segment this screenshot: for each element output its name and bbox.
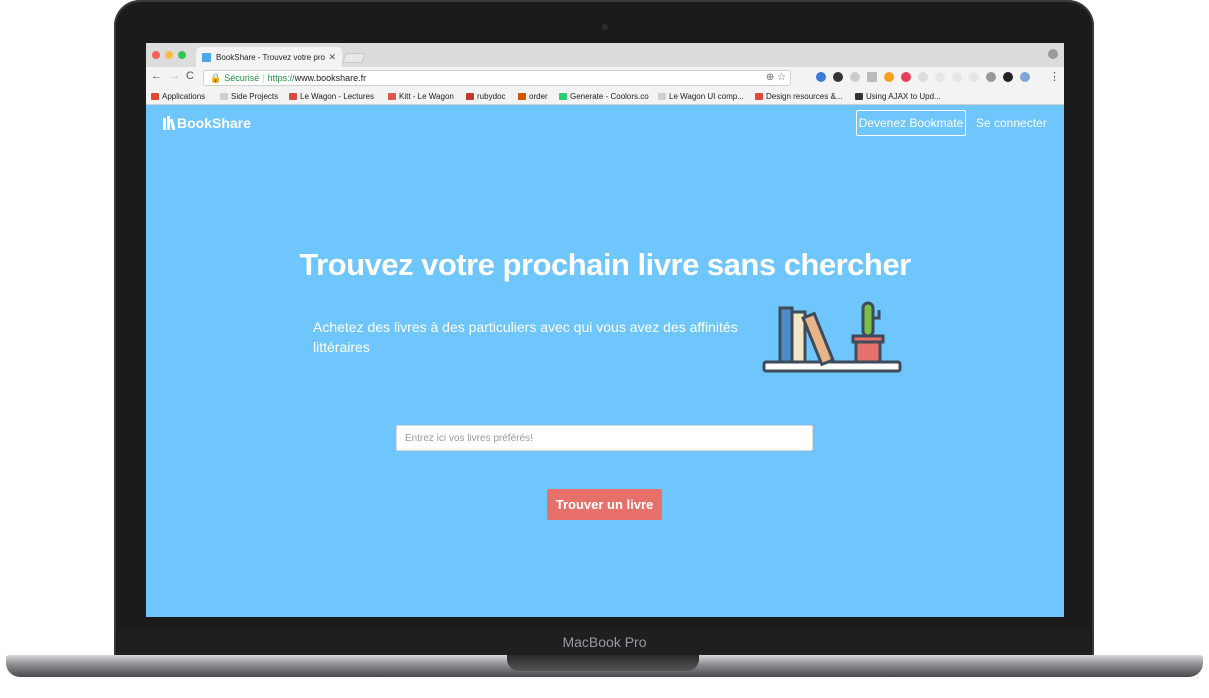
favicon-icon: [202, 53, 211, 62]
camera: [602, 24, 608, 30]
extension-icon[interactable]: [816, 72, 826, 82]
bookmark-label: Le Wagon UI comp...: [669, 92, 744, 101]
bookmark-label: Using AJAX to Upd...: [866, 92, 941, 101]
url-protocol: https://: [267, 73, 295, 83]
bookmark-item[interactable]: order: [518, 92, 548, 101]
bookmark-label: Side Projects: [231, 92, 279, 101]
laptop-notch: [507, 655, 699, 671]
design-icon: [755, 93, 763, 100]
back-icon[interactable]: ←: [151, 70, 162, 82]
hero-subtitle: Achetez des livres à des particuliers av…: [313, 319, 738, 355]
url-separator: |: [262, 73, 265, 83]
coolors-icon: [559, 93, 567, 100]
page-content: BookShare Devenez Bookmate Se connecter …: [146, 105, 1064, 617]
extension-icon[interactable]: [918, 72, 928, 82]
maximize-window-icon[interactable]: [178, 51, 186, 59]
forward-icon[interactable]: →: [169, 70, 180, 82]
bookmark-item[interactable]: Le Wagon - Lectures: [289, 92, 374, 101]
browser-window: BookShare - Trouvez votre pro ✕ ← → C 🔒 S…: [146, 43, 1064, 617]
address-bar[interactable]: 🔒 Sécurisé | https://www.bookshare.fr ⊕ ☆: [203, 70, 791, 86]
new-tab-button[interactable]: [342, 53, 366, 63]
extension-icon[interactable]: [901, 72, 911, 82]
bookmark-label: rubydoc: [477, 92, 506, 101]
extension-icon[interactable]: [935, 72, 945, 82]
bookmark-item[interactable]: Side Projects: [220, 92, 278, 101]
bookmarks-bar: Applications Side Projects Le Wagon - Le…: [146, 89, 1064, 105]
bookmark-label: Applications: [162, 92, 206, 101]
browser-toolbar: ← → C 🔒 Sécurisé | https://www.bookshare.fr…: [146, 67, 1064, 89]
device-label: MacBook Pro: [562, 634, 647, 650]
close-window-icon[interactable]: [152, 51, 160, 59]
books-logo-icon: [163, 116, 176, 131]
extension-icon[interactable]: [1020, 72, 1030, 82]
bookmark-label: Design resources &...: [766, 92, 843, 101]
url-host: www.bookshare.fr: [294, 73, 367, 83]
extension-icon[interactable]: [969, 72, 979, 82]
profile-icon[interactable]: [1048, 49, 1058, 59]
menu-icon[interactable]: ⋮: [1049, 70, 1060, 83]
minimize-window-icon[interactable]: [165, 51, 173, 59]
tab-title: BookShare - Trouvez votre pro: [216, 53, 325, 62]
bookmark-label: Generate - Coolors.co: [570, 92, 649, 101]
bookmark-item[interactable]: rubydoc: [466, 92, 505, 101]
apps-grid-icon: [151, 93, 159, 100]
login-link[interactable]: Se connecter: [976, 116, 1047, 130]
secure-label: Sécurisé: [224, 73, 260, 83]
brand-logo[interactable]: BookShare: [163, 115, 251, 131]
book-search-input[interactable]: [396, 425, 813, 451]
order-icon: [518, 93, 526, 100]
extension-icon[interactable]: [850, 72, 860, 82]
lock-icon: 🔒: [210, 73, 222, 83]
bookmark-label: Le Wagon - Lectures: [300, 92, 374, 101]
bookmark-label: order: [529, 92, 548, 101]
bookmark-item[interactable]: Applications: [151, 92, 205, 101]
bookmark-label: Kitt - Le Wagon: [399, 92, 454, 101]
kitt-icon: [388, 93, 396, 100]
page-icon: [658, 93, 666, 100]
extension-icon[interactable]: [1003, 72, 1013, 82]
extension-icon[interactable]: [867, 72, 877, 82]
extension-icon[interactable]: [986, 72, 996, 82]
ruby-icon: [466, 93, 474, 100]
bookmark-star-icon[interactable]: ⊕ ☆: [766, 72, 786, 83]
brand-name: BookShare: [177, 115, 251, 131]
page-icon: [220, 93, 228, 100]
find-book-button[interactable]: Trouver un livre: [547, 489, 662, 520]
tab-bar: BookShare - Trouvez votre pro ✕: [146, 43, 1064, 67]
bookshelf-illustration-icon: [762, 301, 902, 373]
signup-button[interactable]: Devenez Bookmate: [856, 110, 966, 136]
bookmark-item[interactable]: Using AJAX to Upd...: [855, 92, 941, 101]
bookmark-item[interactable]: Generate - Coolors.co: [559, 92, 649, 101]
lewagon-icon: [289, 93, 297, 100]
extension-icon[interactable]: [884, 72, 894, 82]
bookmark-item[interactable]: Design resources &...: [755, 92, 842, 101]
extension-icon[interactable]: [833, 72, 843, 82]
hero-title: Trouvez votre prochain livre sans cherch…: [299, 247, 911, 282]
bookmark-item[interactable]: Kitt - Le Wagon: [388, 92, 454, 101]
github-icon: [855, 93, 863, 100]
bookmark-item[interactable]: Le Wagon UI comp...: [658, 92, 744, 101]
browser-tab[interactable]: BookShare - Trouvez votre pro ✕: [196, 47, 342, 67]
extension-icon[interactable]: [952, 72, 962, 82]
reload-icon[interactable]: C: [186, 70, 194, 82]
close-tab-icon[interactable]: ✕: [328, 52, 336, 63]
